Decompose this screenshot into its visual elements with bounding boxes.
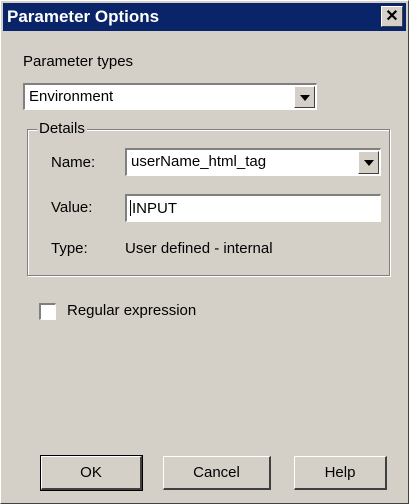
parameter-options-dialog: Parameter Options ✕ Parameter types Envi…: [0, 0, 409, 504]
value-input[interactable]: INPUT: [125, 194, 381, 222]
regular-expression-label[interactable]: Regular expression: [67, 302, 196, 319]
help-button[interactable]: Help: [294, 456, 387, 490]
name-value: userName_html_tag: [131, 153, 267, 170]
parameter-types-dropdown[interactable]: Environment: [23, 83, 317, 110]
details-legend: Details: [37, 120, 87, 137]
help-button-label: Help: [324, 464, 356, 481]
value-input-text: INPUT: [132, 200, 177, 217]
name-label: Name:: [51, 154, 96, 171]
regular-expression-checkbox[interactable]: [39, 303, 56, 320]
chevron-down-icon[interactable]: [358, 151, 379, 174]
ok-button-label: OK: [80, 464, 102, 481]
text-caret: [130, 200, 131, 216]
parameter-types-value: Environment: [29, 88, 114, 105]
cancel-button[interactable]: Cancel: [163, 456, 271, 490]
value-label: Value:: [51, 199, 93, 216]
type-value: User defined - internal: [125, 240, 273, 257]
chevron-down-icon[interactable]: [294, 86, 315, 108]
type-label: Type:: [51, 240, 88, 257]
title-bar[interactable]: Parameter Options ✕: [3, 3, 406, 31]
close-icon: ✕: [385, 8, 399, 25]
ok-button[interactable]: OK: [40, 455, 143, 491]
parameter-types-label: Parameter types: [23, 53, 134, 70]
cancel-button-label: Cancel: [193, 464, 240, 481]
dialog-title: Parameter Options: [7, 7, 160, 26]
close-button[interactable]: ✕: [381, 6, 403, 27]
name-dropdown[interactable]: userName_html_tag: [125, 148, 381, 176]
